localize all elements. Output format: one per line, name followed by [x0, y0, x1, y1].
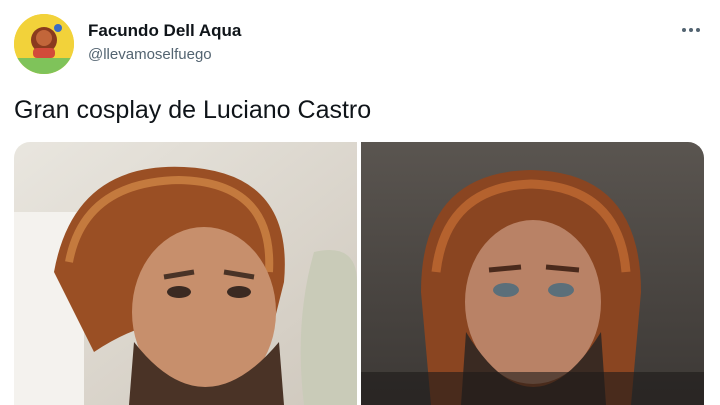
author-handle[interactable]: @llevamoselfuego: [88, 46, 212, 63]
photo-left-image: [14, 142, 357, 405]
more-dots-icon: [682, 28, 700, 32]
author-avatar[interactable]: [14, 14, 74, 74]
tweet-media[interactable]: [14, 142, 704, 405]
photo-right[interactable]: [361, 142, 704, 405]
tweet-text: Gran cosplay de Luciano Castro: [14, 96, 372, 124]
author-name[interactable]: Facundo Dell Aqua: [88, 21, 241, 41]
photo-left[interactable]: [14, 142, 357, 405]
avatar-illustration: [14, 14, 74, 74]
more-options-button[interactable]: [676, 18, 706, 42]
photo-right-image: [361, 142, 704, 405]
